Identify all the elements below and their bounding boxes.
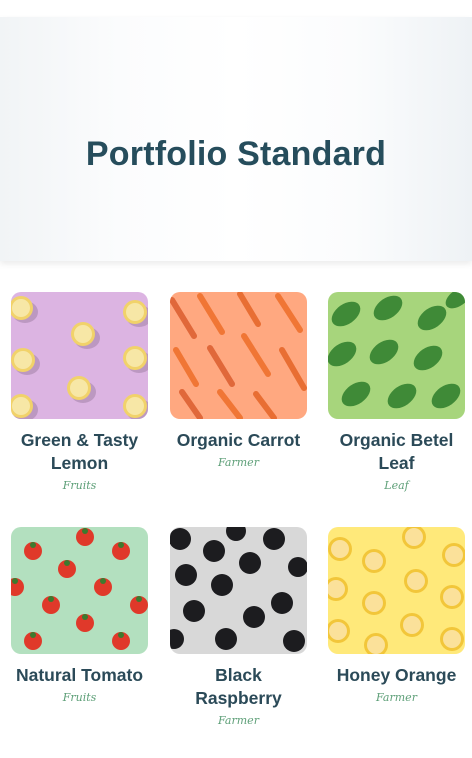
hero-banner: Portfolio Standard	[0, 17, 472, 261]
portfolio-card-tomato[interactable]: Natural Tomato Fruits	[11, 527, 148, 704]
portfolio-image-orange[interactable]	[328, 527, 465, 654]
portfolio-card-orange[interactable]: Honey Orange Farmer	[328, 527, 465, 704]
portfolio-category[interactable]: Farmer	[170, 456, 307, 469]
portfolio-image-carrot[interactable]	[170, 292, 307, 419]
portfolio-category[interactable]: Fruits	[11, 691, 148, 704]
portfolio-card-betel-leaf[interactable]: Organic Betel Leaf Leaf	[328, 292, 465, 492]
page-title: Portfolio Standard	[85, 135, 387, 173]
portfolio-category[interactable]: Leaf	[328, 479, 465, 492]
portfolio-title[interactable]: Black Raspberry	[170, 664, 307, 710]
portfolio-image-lemon[interactable]	[11, 292, 148, 419]
portfolio-image-raspberry[interactable]	[170, 527, 307, 654]
portfolio-category[interactable]: Farmer	[328, 691, 465, 704]
portfolio-category[interactable]: Fruits	[11, 479, 148, 492]
portfolio-image-betel-leaf[interactable]	[328, 292, 465, 419]
portfolio-title[interactable]: Organic Carrot	[170, 429, 307, 452]
portfolio-title[interactable]: Organic Betel Leaf	[328, 429, 465, 475]
portfolio-card-lemon[interactable]: Green & Tasty Lemon Fruits	[11, 292, 148, 492]
portfolio-title[interactable]: Green & Tasty Lemon	[11, 429, 148, 475]
portfolio-title[interactable]: Natural Tomato	[11, 664, 148, 687]
portfolio-title[interactable]: Honey Orange	[328, 664, 465, 687]
portfolio-card-carrot[interactable]: Organic Carrot Farmer	[170, 292, 307, 469]
portfolio-category[interactable]: Farmer	[170, 714, 307, 727]
portfolio-card-raspberry[interactable]: Black Raspberry Farmer	[170, 527, 307, 727]
portfolio-image-tomato[interactable]	[11, 527, 148, 654]
